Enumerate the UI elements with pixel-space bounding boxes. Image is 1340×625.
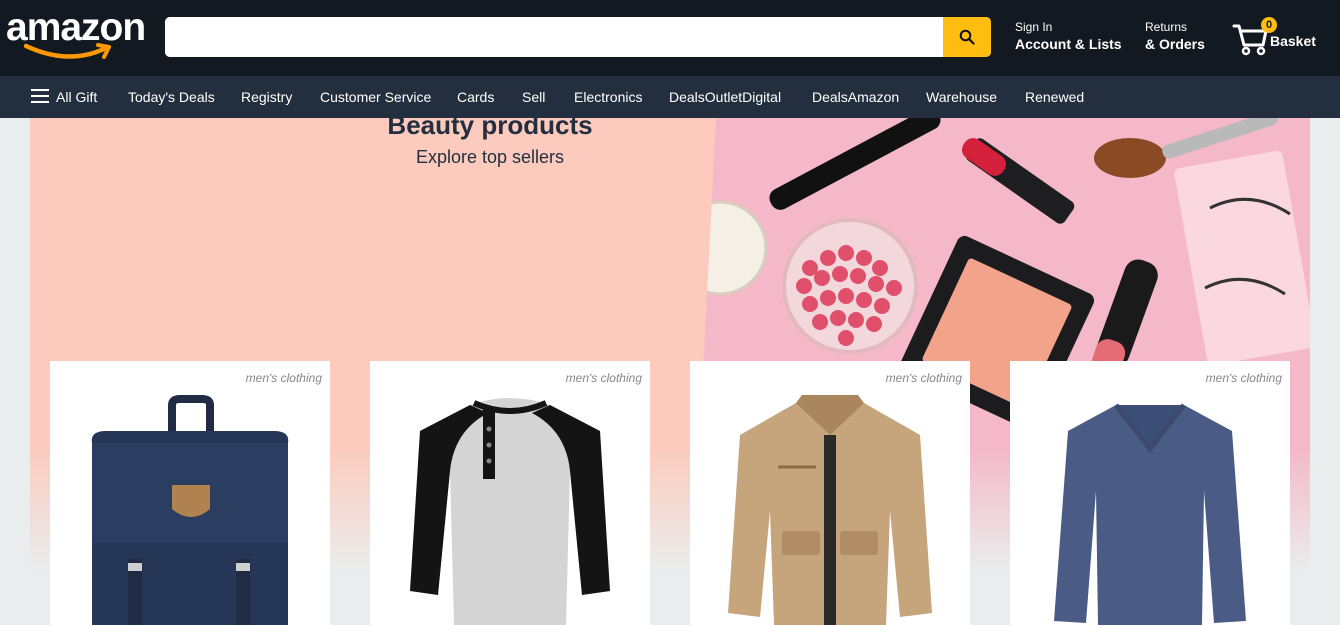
product-card[interactable]: men's clothing	[1010, 361, 1290, 625]
nav-item-renewed[interactable]: Renewed	[1025, 76, 1084, 118]
nav-item-customer-service[interactable]: Customer Service	[320, 76, 431, 118]
signin-line2: Account & Lists	[1015, 36, 1122, 52]
product-category: men's clothing	[245, 371, 322, 385]
product-category: men's clothing	[885, 371, 962, 385]
basket-count-badge: 0	[1261, 17, 1277, 33]
search-input[interactable]	[165, 17, 943, 57]
menu-icon[interactable]	[31, 89, 49, 105]
nav-item-cards[interactable]: Cards	[457, 76, 494, 118]
nav-item-warehouse[interactable]: Warehouse	[926, 76, 997, 118]
basket-label: Basket	[1270, 33, 1316, 49]
signin-line1: Sign In	[1015, 20, 1053, 34]
product-card[interactable]: men's clothing	[50, 361, 330, 625]
returns-line2: & Orders	[1145, 36, 1205, 52]
search-button[interactable]	[943, 17, 991, 57]
nav-item-todays-deals[interactable]: Today's Deals	[128, 76, 215, 118]
amazon-logo[interactable]: amazon	[6, 6, 158, 66]
secondary-nav: All Gift Today's Deals Registry Customer…	[0, 76, 1340, 118]
hero-subtitle: Explore top sellers	[415, 147, 565, 167]
product-card[interactable]: men's clothing	[370, 361, 650, 625]
search-icon	[959, 29, 975, 45]
jacket-icon	[728, 395, 932, 625]
sweater-icon	[1054, 403, 1246, 625]
raglan-shirt-icon	[410, 398, 610, 625]
basket-button[interactable]: 0 Basket	[1232, 17, 1332, 57]
hero-title: Beauty products	[387, 118, 593, 140]
top-header: amazon Sign In Account & Lists Returns &…	[0, 0, 1340, 76]
nav-item-deals-amazon[interactable]: DealsAmazon	[812, 76, 899, 118]
nav-item-electronics[interactable]: Electronics	[574, 76, 642, 118]
logo-smile-icon	[24, 43, 111, 59]
nav-item-sell[interactable]: Sell	[522, 76, 545, 118]
nav-item-deals-outlet-digital[interactable]: DealsOutletDigital	[669, 76, 781, 118]
nav-item-registry[interactable]: Registry	[241, 76, 292, 118]
backpack-icon	[91, 395, 289, 625]
nav-item-all-gift[interactable]: All Gift	[56, 76, 97, 118]
returns-line1: Returns	[1145, 20, 1188, 34]
product-category: men's clothing	[1205, 371, 1282, 385]
product-card[interactable]: men's clothing	[690, 361, 970, 625]
account-lists-link[interactable]: Sign In Account & Lists	[1015, 20, 1122, 53]
returns-orders-link[interactable]: Returns & Orders	[1145, 20, 1205, 53]
search-bar	[165, 17, 991, 57]
product-category: men's clothing	[565, 371, 642, 385]
